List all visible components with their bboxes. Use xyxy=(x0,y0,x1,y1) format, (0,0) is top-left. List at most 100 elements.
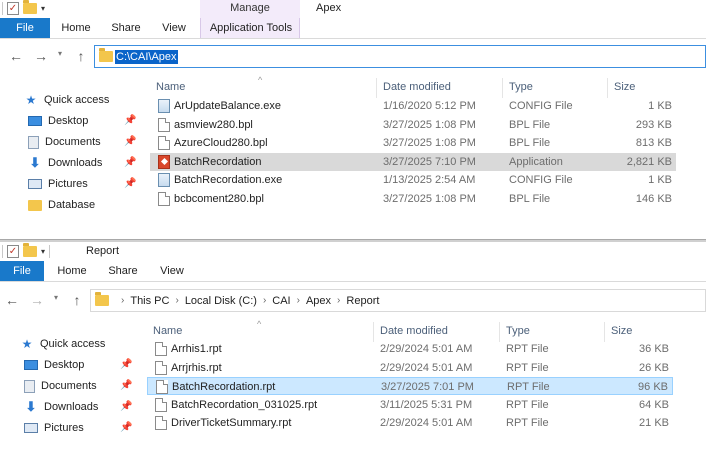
file-type: RPT File xyxy=(506,361,549,374)
new-folder-icon[interactable] xyxy=(23,243,37,257)
nav-database[interactable]: Database xyxy=(28,195,95,215)
nav-desktop[interactable]: Desktop xyxy=(28,111,88,131)
column-size[interactable]: Size xyxy=(611,325,632,337)
nav-downloads[interactable]: ⬇ Downloads xyxy=(28,153,103,173)
column-size[interactable]: Size xyxy=(614,81,635,93)
file-row[interactable]: BatchRecordation.exe 1/13/2025 2:54 AM CON… xyxy=(150,171,676,189)
column-date-modified[interactable]: Date modified xyxy=(380,325,448,337)
column-divider[interactable] xyxy=(373,322,374,342)
nav-documents[interactable]: Documents xyxy=(24,376,97,396)
application-icon xyxy=(158,154,170,169)
pin-icon[interactable]: 📌 xyxy=(124,157,136,168)
customize-toolbar-icon[interactable]: ▾ xyxy=(41,247,45,256)
column-divider[interactable] xyxy=(376,78,377,98)
explorer-window-apex: ✓ ▾ Manage Apex File Home Share View App… xyxy=(0,0,706,240)
recent-locations-icon[interactable]: ▾ xyxy=(58,49,62,58)
file-date-modified: 3/27/2025 7:01 PM xyxy=(381,381,474,393)
tab-application-tools[interactable]: Application Tools xyxy=(201,18,301,38)
tab-home[interactable]: Home xyxy=(50,261,94,281)
tab-file[interactable]: File xyxy=(0,261,44,281)
properties-icon[interactable]: ✓ xyxy=(7,245,19,258)
breadcrumb-this-pc[interactable]: This PC xyxy=(130,295,169,307)
column-divider[interactable] xyxy=(604,322,605,342)
chevron-right-icon[interactable]: › xyxy=(297,295,300,306)
tab-manage[interactable]: Manage xyxy=(200,0,300,18)
navigation-bar: ← → ▾ ↑ C:\CAI\Apex xyxy=(0,41,706,71)
address-input[interactable]: C:\CAI\Apex xyxy=(115,50,178,64)
pin-icon[interactable]: 📌 xyxy=(124,115,136,126)
column-divider[interactable] xyxy=(607,78,608,98)
file-row[interactable]: Arrhis1.rpt 2/29/2024 5:01 AM RPT File 36 K… xyxy=(147,340,673,358)
pin-icon[interactable]: 📌 xyxy=(120,401,132,412)
pin-icon[interactable]: 📌 xyxy=(124,178,136,189)
nav-label: Downloads xyxy=(44,401,99,413)
file-icon xyxy=(158,117,170,132)
tab-view[interactable]: View xyxy=(152,18,196,38)
back-arrow-icon[interactable]: ← xyxy=(8,47,24,65)
column-date-modified[interactable]: Date modified xyxy=(383,81,451,93)
file-date-modified: 3/27/2025 7:10 PM xyxy=(383,155,476,168)
pictures-icon xyxy=(24,423,38,433)
nav-downloads[interactable]: ⬇ Downloads xyxy=(24,397,99,417)
file-name: bcbcoment280.bpl xyxy=(174,192,264,205)
address-bar[interactable]: › This PC › Local Disk (C:) › CAI › Apex… xyxy=(90,289,706,312)
toolbar-divider xyxy=(49,245,51,258)
nav-quick-access[interactable]: ★ Quick access xyxy=(24,90,110,110)
tab-home[interactable]: Home xyxy=(54,18,98,38)
recent-locations-icon[interactable]: ▾ xyxy=(54,293,58,302)
file-row[interactable]: BatchRecordation.rpt 3/27/2025 7:01 PM RPT… xyxy=(147,377,673,395)
file-row[interactable]: asmview280.bpl 3/27/2025 1:08 PM BPL File 2… xyxy=(150,116,676,134)
nav-pictures[interactable]: Pictures xyxy=(24,418,84,438)
tab-share[interactable]: Share xyxy=(104,18,148,38)
customize-toolbar-icon[interactable]: ▾ xyxy=(41,4,45,13)
breadcrumb-apex[interactable]: Apex xyxy=(306,295,331,307)
column-headers: ^ Name Date modified Type Size xyxy=(150,75,706,98)
file-size: 26 KB xyxy=(639,361,669,374)
up-arrow-icon[interactable]: ↑ xyxy=(73,47,89,65)
column-type[interactable]: Type xyxy=(506,325,530,337)
column-divider[interactable] xyxy=(499,322,500,342)
properties-icon[interactable]: ✓ xyxy=(7,2,19,15)
pin-icon[interactable]: 📌 xyxy=(120,380,132,391)
tab-share[interactable]: Share xyxy=(101,261,145,281)
file-row[interactable]: BatchRecordation_031025.rpt 3/11/2025 5:3… xyxy=(147,396,673,414)
breadcrumb-report[interactable]: Report xyxy=(346,295,379,307)
file-row[interactable]: ArUpdateBalance.exe 1/16/2020 5:12 PM CONF… xyxy=(150,97,676,115)
nav-quick-access[interactable]: ★ Quick access xyxy=(20,334,106,354)
file-row[interactable]: DriverTicketSummary.rpt 2/29/2024 5:01 AM… xyxy=(147,414,673,432)
forward-arrow-icon[interactable]: → xyxy=(29,291,45,309)
desktop-icon xyxy=(28,116,42,126)
file-row[interactable]: AzureCloud280.bpl 3/27/2025 1:08 PM BPL Fi… xyxy=(150,134,676,152)
nav-pictures[interactable]: Pictures xyxy=(28,174,88,194)
pin-icon[interactable]: 📌 xyxy=(120,422,132,433)
column-name[interactable]: Name xyxy=(156,81,185,93)
file-row[interactable]: Arrjrhis.rpt 2/29/2024 5:01 AM RPT File 26 … xyxy=(147,359,673,377)
chevron-right-icon[interactable]: › xyxy=(121,295,124,306)
breadcrumb-local-disk[interactable]: Local Disk (C:) xyxy=(185,295,257,307)
column-type[interactable]: Type xyxy=(509,81,533,93)
file-name: AzureCloud280.bpl xyxy=(174,137,268,149)
file-date-modified: 1/13/2025 2:54 AM xyxy=(383,174,476,186)
new-folder-icon[interactable] xyxy=(23,0,37,14)
download-icon: ⬇ xyxy=(25,399,37,414)
column-name[interactable]: Name xyxy=(153,325,182,337)
column-headers: ^ Name Date modified Type Size xyxy=(147,319,706,342)
up-arrow-icon[interactable]: ↑ xyxy=(69,291,85,309)
nav-documents[interactable]: Documents xyxy=(28,132,101,152)
file-row[interactable]: BatchRecordation 3/27/2025 7:10 PM Applica… xyxy=(150,152,676,171)
chevron-right-icon[interactable]: › xyxy=(175,295,178,306)
file-row[interactable]: bcbcoment280.bpl 3/27/2025 1:08 PM BPL Fil… xyxy=(150,190,676,208)
address-bar[interactable]: C:\CAI\Apex xyxy=(94,45,706,68)
nav-desktop[interactable]: Desktop xyxy=(24,355,84,375)
pin-icon[interactable]: 📌 xyxy=(124,136,136,147)
pin-icon[interactable]: 📌 xyxy=(120,359,132,370)
tab-view[interactable]: View xyxy=(150,261,194,281)
chevron-right-icon[interactable]: › xyxy=(263,295,266,306)
file-date-modified: 3/27/2025 1:08 PM xyxy=(383,137,476,149)
chevron-right-icon[interactable]: › xyxy=(337,295,340,306)
tab-file[interactable]: File xyxy=(0,18,50,38)
column-divider[interactable] xyxy=(502,78,503,98)
back-arrow-icon[interactable]: ← xyxy=(4,291,20,309)
forward-arrow-icon[interactable]: → xyxy=(33,47,49,65)
breadcrumb-cai[interactable]: CAI xyxy=(272,295,290,307)
